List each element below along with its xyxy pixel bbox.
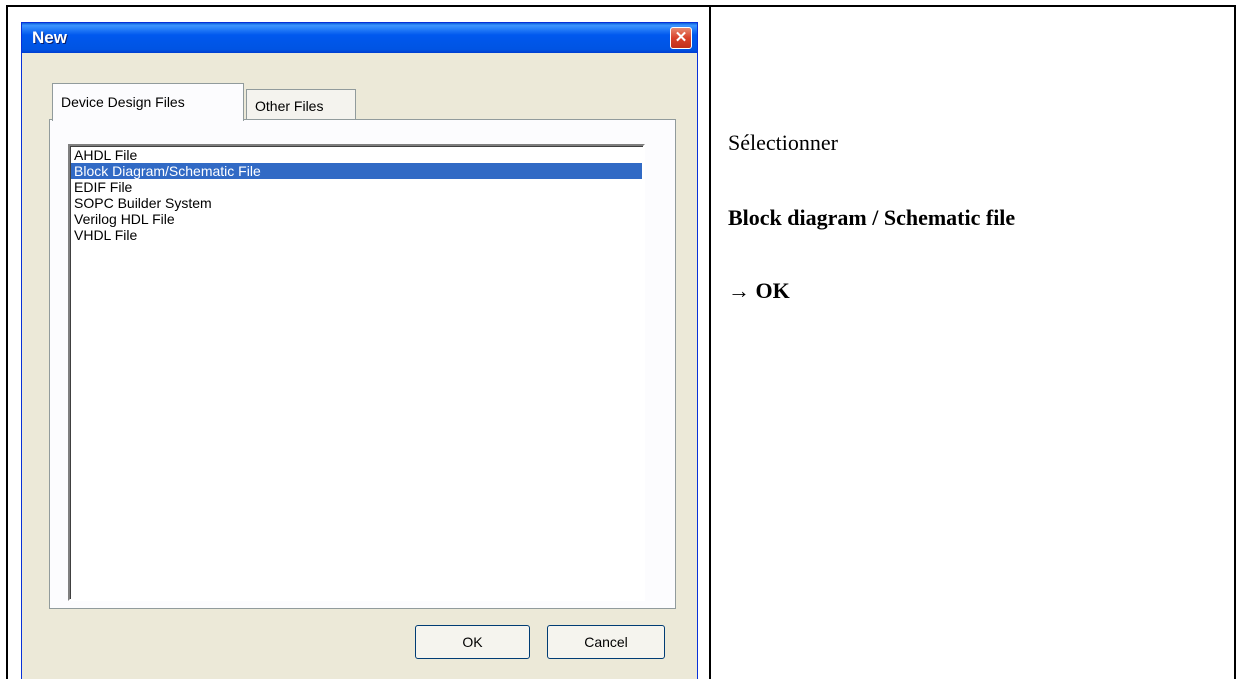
list-item-sopc-builder-system[interactable]: SOPC Builder System [71,195,642,211]
tab-panel: AHDL File Block Diagram/Schematic File E… [49,119,676,609]
dialog-titlebar[interactable]: New ✕ [22,23,697,53]
new-file-dialog: New ✕ Device Design Files Other Files AH… [21,22,698,679]
table-border-top [6,5,1236,7]
table-border-left [6,5,8,679]
close-icon[interactable]: ✕ [670,27,692,49]
list-item-block-diagram-schematic-file[interactable]: Block Diagram/Schematic File [71,163,642,179]
list-item-vhdl-file[interactable]: VHDL File [71,227,642,243]
instruction-ok: → OK [728,278,790,303]
dialog-title: New [32,28,67,47]
table-border-right [1234,5,1236,679]
instruction-file-type: Block diagram / Schematic file [728,205,1016,230]
file-type-list[interactable]: AHDL File Block Diagram/Schematic File E… [68,144,645,601]
tab-other-files[interactable]: Other Files [246,89,356,119]
list-item-verilog-hdl-file[interactable]: Verilog HDL File [71,211,642,227]
list-item-edif-file[interactable]: EDIF File [71,179,642,195]
instruction-select: Sélectionner [728,130,838,155]
cancel-button[interactable]: Cancel [547,625,665,659]
list-item-ahdl-file[interactable]: AHDL File [71,147,642,163]
tab-device-design-files[interactable]: Device Design Files [52,83,244,121]
ok-button[interactable]: OK [415,625,530,659]
table-column-divider [709,5,711,679]
